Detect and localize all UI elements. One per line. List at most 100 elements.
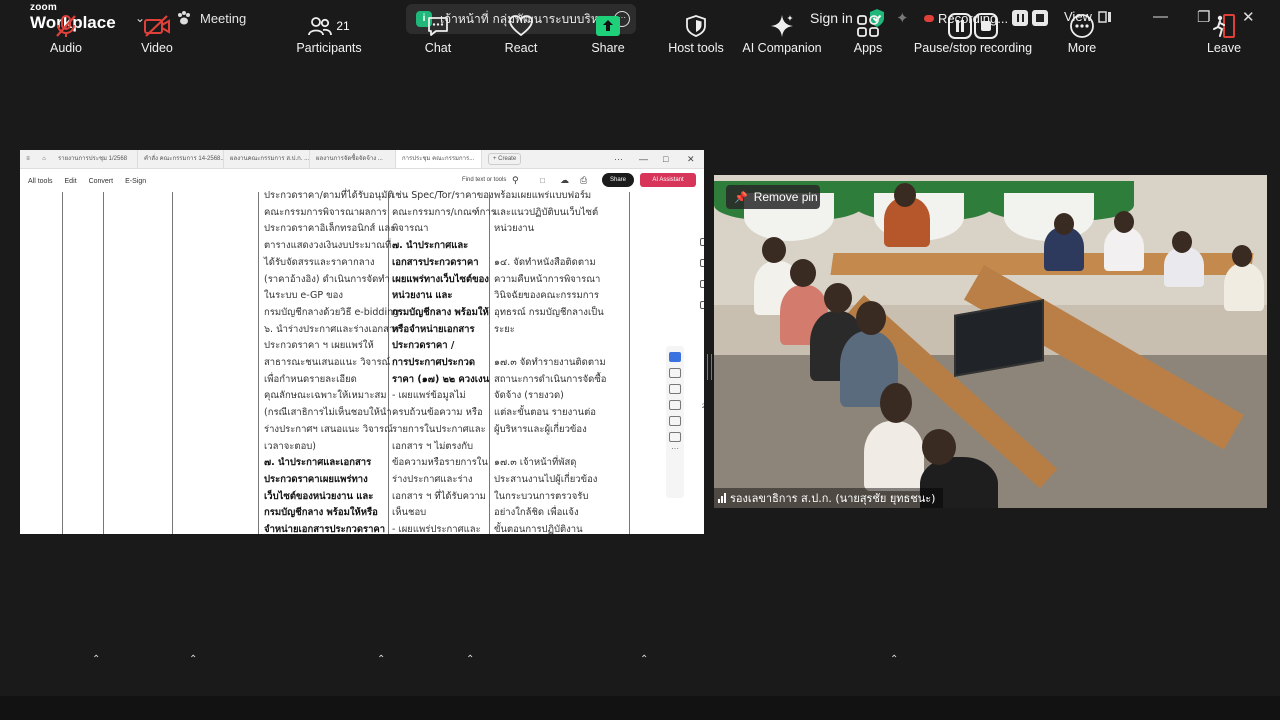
print-icon[interactable]: ⎙: [580, 175, 587, 186]
create-tab-button[interactable]: + Create: [488, 153, 522, 165]
share-options-chevron-icon[interactable]: ⌃: [640, 654, 648, 665]
ai-assistant-button[interactable]: AI Assistant: [640, 173, 696, 187]
participant-head: [922, 429, 956, 465]
split-resize-handle[interactable]: [707, 354, 712, 380]
ai-companion-button[interactable]: AI Companion: [742, 12, 822, 55]
doc-text-line: ประกวดราคา/ตามที่ได้รับอนุมัติ: [264, 190, 394, 201]
doc-text-line: การประกาศประกวด: [392, 357, 476, 369]
chat-icon: [428, 17, 448, 36]
more-options-icon[interactable]: ···: [614, 150, 623, 168]
doc-text-line: เช่น Spec/Tor/ราคาของ: [392, 190, 494, 201]
doc-tab[interactable]: คำสั่ง คณะกรรมการ 14-2568...: [138, 150, 224, 168]
browser-tab-strip: ≡ ⌂ รายงานการประชุม 1/2568 คำสั่ง คณะกรร…: [20, 150, 704, 169]
find-text-input[interactable]: Find text or tools: [462, 177, 506, 183]
doc-text-line: ๑๗.๓ จัดทำรายงานติดตาม: [494, 357, 606, 369]
close-icon[interactable]: ✕: [687, 150, 695, 168]
audio-options-chevron-icon[interactable]: ⌃: [92, 654, 100, 665]
chat-button[interactable]: Chat: [398, 12, 478, 55]
comment-icon[interactable]: [669, 368, 681, 378]
share-doc-button[interactable]: Share: [602, 173, 634, 187]
host-shield-icon: [686, 15, 706, 37]
save-icon[interactable]: □: [540, 176, 545, 185]
more-button[interactable]: More: [1042, 12, 1122, 55]
doc-text-line: ร่างประกาศและร่าง: [392, 473, 473, 485]
chat-options-chevron-icon[interactable]: ⌃: [466, 654, 474, 665]
panel-icon[interactable]: [700, 238, 704, 246]
apps-options-chevron-icon[interactable]: ⌃: [890, 654, 898, 665]
remove-pin-button[interactable]: 📌 Remove pin: [726, 185, 820, 209]
convert-menu[interactable]: Convert: [89, 178, 114, 185]
doc-text-line: กรมบัญชีกลางด้วยวิธี e-bidding: [264, 306, 400, 318]
doc-text-line: เว็บไซต์ของหน่วยงาน และ: [264, 490, 374, 502]
restore-icon[interactable]: □: [663, 150, 668, 168]
participant-head: [1232, 245, 1252, 267]
table-cell-risk: เช่น Spec/Tor/ราคาของคณะกรรมการ/เกณฑ์การ…: [392, 188, 496, 534]
participant-head: [1172, 231, 1192, 253]
esign-menu[interactable]: E-Sign: [125, 178, 146, 185]
minimize-icon[interactable]: —: [1153, 8, 1168, 25]
highlight-pen-icon[interactable]: [669, 384, 681, 394]
doc-tab[interactable]: รายงานการประชุม 1/2568: [52, 150, 138, 168]
doc-tab[interactable]: ผลงานคณะกรรมการ ส.ป.ก. ...: [224, 150, 310, 168]
participant-count: 21: [336, 19, 350, 33]
doc-text-line: จำหน่ายเอกสารประกวดราคา: [264, 524, 386, 534]
search-icon[interactable]: ⚲: [512, 175, 519, 186]
participant-figure: [1224, 263, 1264, 311]
pdf-page: ประกวดราคา/ตามที่ได้รับอนุมัติคณะกรรมการ…: [20, 190, 704, 534]
participant-head: [1114, 211, 1134, 233]
participant-head: [762, 237, 786, 263]
doc-text-line: ความคืบหน้าการพิจารณา: [494, 273, 601, 285]
doc-text-line: [494, 338, 607, 355]
participants-icon: [308, 17, 333, 36]
ai-sparkle-icon: [771, 15, 793, 37]
edit-menu[interactable]: Edit: [65, 178, 77, 185]
minimize-icon[interactable]: —: [639, 150, 648, 168]
cloud-icon[interactable]: ☁: [560, 175, 569, 186]
apps-icon: [857, 15, 879, 37]
pages-panel-icon[interactable]: [700, 301, 704, 309]
all-tools-menu[interactable]: All tools: [28, 178, 53, 185]
participant-video[interactable]: 📌 Remove pin รองเลขาธิการ ส.ป.ก. (นายสุร…: [714, 175, 1267, 508]
doc-text-line: เห็นชอบ: [392, 507, 427, 519]
lasso-icon[interactable]: [669, 400, 681, 410]
doc-text-line: ๗. นำประกาศและเอกสาร: [264, 457, 372, 469]
doc-text-line: เอกสาร ฯ ไม่ตรงกับ: [392, 440, 474, 452]
pause-stop-icon: [948, 13, 998, 39]
doc-tab[interactable]: ผลงานการจัดซื้อจัดจ้าง ...: [310, 150, 396, 168]
doc-tab-active[interactable]: การประชุม คณะกรรมการ...: [396, 150, 482, 168]
doc-text-line: เอกสาร ฯ ที่ได้รับความ: [392, 490, 486, 502]
menu-icon[interactable]: ≡: [20, 156, 36, 162]
share-panel-icon[interactable]: [700, 259, 704, 267]
more-tools-icon[interactable]: ···: [666, 444, 684, 453]
video-options-chevron-icon[interactable]: ⌃: [189, 654, 197, 665]
react-button[interactable]: React: [481, 12, 561, 55]
select-cursor-icon[interactable]: [669, 352, 681, 362]
leave-button[interactable]: Leave: [1184, 12, 1264, 55]
doc-text-line: ผู้บริหารและผู้เกี่ยวข้อง: [494, 423, 587, 435]
host-tools-button[interactable]: Host tools: [656, 12, 736, 55]
text-box-icon[interactable]: [669, 416, 681, 426]
participants-options-chevron-icon[interactable]: ⌃: [377, 654, 385, 665]
video-button[interactable]: Video: [117, 12, 197, 55]
doc-text-line: ประกวดราคาเผยแพร่ทาง: [264, 473, 368, 485]
doc-text-line: หน่วยงาน และ: [392, 290, 453, 302]
doc-text-line: [494, 238, 607, 255]
shared-screen[interactable]: ≡ ⌂ รายงานการประชุม 1/2568 คำสั่ง คณะกรร…: [20, 150, 704, 534]
table-divider: [62, 192, 63, 534]
pause-stop-recording-button[interactable]: Pause/stop recording: [912, 12, 1034, 55]
doc-text-line: ขั้นตอนการปฏิบัติงาน: [494, 524, 583, 534]
doc-text-line: ๑๔. จัดทำหนังสือติดตาม: [494, 256, 596, 268]
apps-button[interactable]: Apps: [828, 12, 908, 55]
doc-text-line: ตารางแสดงวงเงินงบประมาณที่: [264, 240, 392, 252]
doc-text-line: ได้รับจัดสรรและราคากลาง: [264, 256, 375, 268]
pin-icon: 📌: [734, 191, 748, 204]
home-icon[interactable]: ⌂: [36, 156, 52, 162]
participants-button[interactable]: 21 Participants: [289, 12, 369, 55]
doc-text-line: และแนวปฏิบัติบนเว็บไซต์: [494, 206, 599, 218]
stamp-icon[interactable]: [669, 432, 681, 442]
share-screen-button[interactable]: Share: [568, 12, 648, 55]
doc-text-line: คณะกรรมการ/เกณฑ์การ: [392, 206, 496, 218]
comments-panel-icon[interactable]: [700, 280, 704, 288]
participant-head: [824, 283, 852, 313]
audio-button[interactable]: Audio: [26, 12, 106, 55]
